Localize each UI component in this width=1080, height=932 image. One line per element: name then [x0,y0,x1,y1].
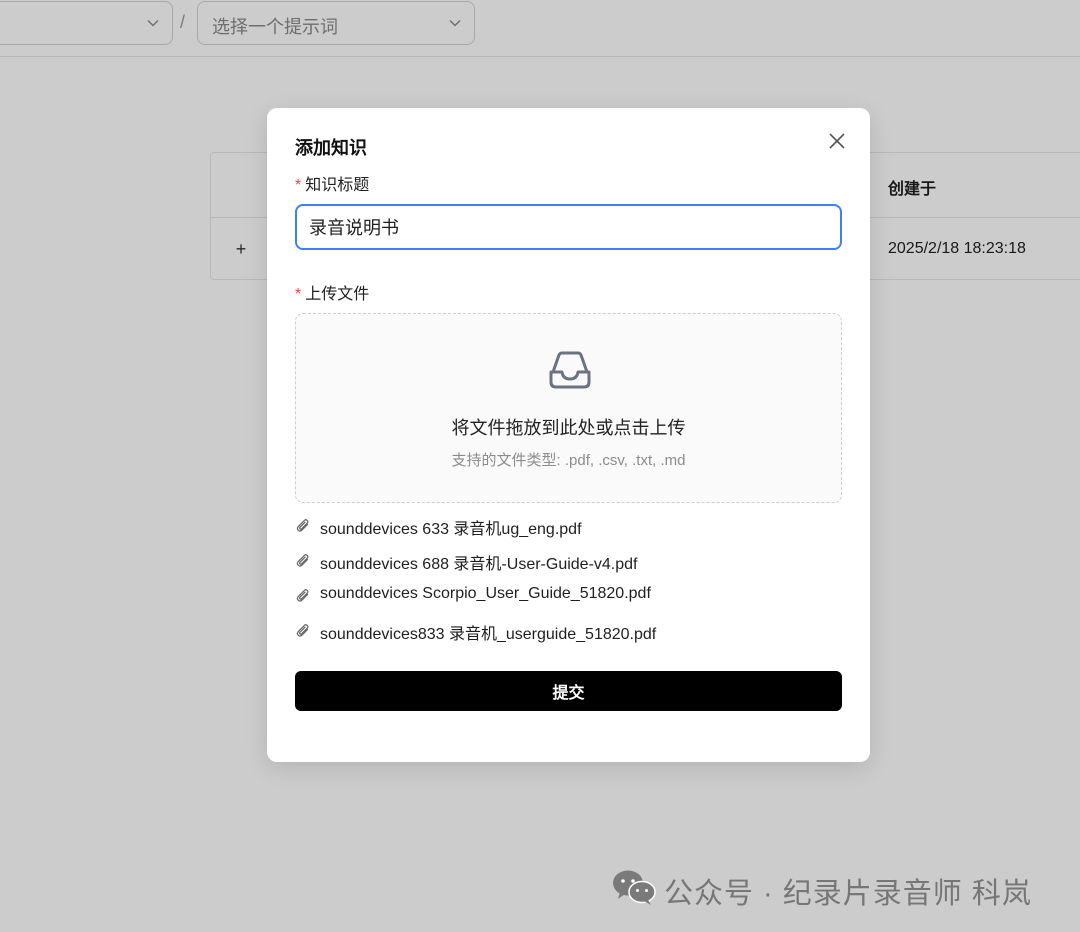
file-dropzone[interactable]: 将文件拖放到此处或点击上传 支持的文件类型: .pdf, .csv, .txt,… [295,313,842,503]
paperclip-icon [296,589,309,602]
dropzone-hint: 支持的文件类型: .pdf, .csv, .txt, .md [451,452,686,469]
file-name: sounddevices 688 录音机-User-Guide-v4.pdf [320,556,638,573]
list-item: sounddevices 688 录音机-User-Guide-v4.pdf [295,548,842,573]
paperclip-icon [296,554,309,567]
list-item: sounddevices833 录音机_userguide_51820.pdf [295,618,842,643]
upload-label-text: 上传文件 [305,286,370,303]
inbox-icon [549,351,591,389]
wechat-icon [613,870,656,905]
paperclip-icon [296,624,309,637]
list-item: sounddevices Scorpio_User_Guide_51820.pd… [295,583,842,607]
submit-button[interactable]: 提交 [295,671,842,711]
required-mark: * [295,286,302,303]
knowledge-title-input[interactable] [295,204,842,250]
file-name: sounddevices 633 录音机ug_eng.pdf [320,521,582,538]
file-name: sounddevices833 录音机_userguide_51820.pdf [320,626,657,643]
paperclip-icon [296,519,309,532]
title-label-text: 知识标题 [305,177,370,194]
close-icon[interactable] [828,132,846,150]
dialog-title: 添加知识 [295,138,367,158]
upload-field-label: * 上传文件 [295,280,369,304]
dropzone-text: 将文件拖放到此处或点击上传 [451,418,686,438]
title-field-label: * 知识标题 [295,171,369,195]
add-knowledge-dialog: 添加知识 *知识标题 *上传文件 将文件拖放到此处或点击上传 支持的文件类型: … [267,108,870,762]
list-item: sounddevices 633 录音机ug_eng.pdf [295,513,842,538]
file-name: sounddevices Scorpio_User_Guide_51820.pd… [320,585,651,602]
required-mark: * [295,177,302,194]
watermark-text: 公众号 · 纪录片录音师 科岚 [664,878,1032,910]
